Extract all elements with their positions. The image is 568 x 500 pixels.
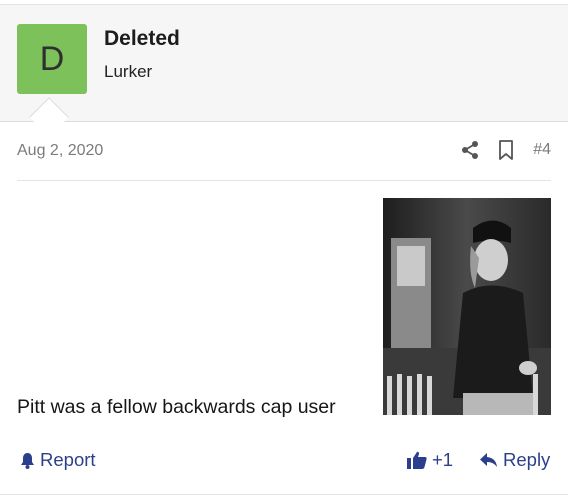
report-button[interactable]: Report [20,449,96,471]
post-number[interactable]: #4 [533,141,551,159]
reply-icon [480,453,497,467]
report-label: Report [40,449,96,470]
bell-icon [21,452,34,469]
post-text: Pitt was a fellow backwards cap user [17,396,336,418]
reaction-count: +1 [432,449,454,470]
reply-button[interactable]: Reply [479,449,550,471]
post-date[interactable]: Aug 2, 2020 [17,142,103,160]
like-button[interactable]: +1 [407,449,453,471]
username[interactable]: Deleted [104,27,180,51]
user-header: D Deleted Lurker [0,5,568,122]
user-title: Lurker [104,62,153,81]
avatar-letter: D [39,39,65,78]
bottom-divider [0,494,568,495]
bookmark-icon[interactable] [495,139,517,161]
meta-divider [17,180,551,181]
reply-label: Reply [503,449,551,470]
post-image[interactable] [383,198,551,415]
share-icon[interactable] [459,139,481,161]
avatar[interactable]: D [17,24,87,94]
thumbs-up-icon [407,451,427,469]
post-actions: #4 [445,139,551,161]
